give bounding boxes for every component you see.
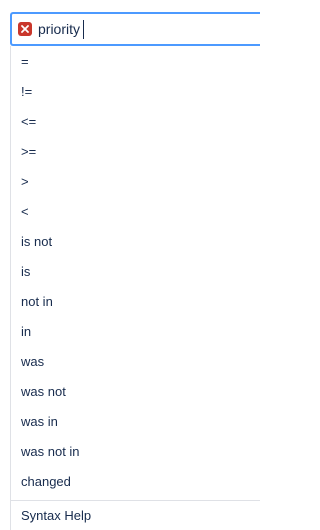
operator-item-is[interactable]: is xyxy=(11,257,260,287)
operator-item-less[interactable]: < xyxy=(11,197,260,227)
close-icon[interactable] xyxy=(18,22,32,36)
text-caret xyxy=(83,19,85,39)
operator-item-changed[interactable]: changed xyxy=(11,467,260,497)
operator-item-less-equal[interactable]: <= xyxy=(11,107,260,137)
syntax-help-link[interactable]: Syntax Help xyxy=(11,501,260,530)
jql-autocomplete: priority = != <= >= > < is not is not in… xyxy=(0,0,260,530)
operator-list: = != <= >= > < is not is not in in was w… xyxy=(11,46,260,497)
query-text: priority xyxy=(38,21,81,37)
operator-item-in[interactable]: in xyxy=(11,317,260,347)
operator-item-was-not[interactable]: was not xyxy=(11,377,260,407)
operator-dropdown: = != <= >= > < is not is not in in was w… xyxy=(10,46,260,530)
operator-item-is-not[interactable]: is not xyxy=(11,227,260,257)
operator-item-not-equals[interactable]: != xyxy=(11,77,260,107)
operator-item-was-in[interactable]: was in xyxy=(11,407,260,437)
operator-item-was-not-in[interactable]: was not in xyxy=(11,437,260,467)
search-input[interactable]: priority xyxy=(10,12,260,46)
operator-item-was[interactable]: was xyxy=(11,347,260,377)
operator-item-not-in[interactable]: not in xyxy=(11,287,260,317)
operator-item-greater-equal[interactable]: >= xyxy=(11,137,260,167)
operator-item-equals[interactable]: = xyxy=(11,47,260,77)
operator-item-greater[interactable]: > xyxy=(11,167,260,197)
